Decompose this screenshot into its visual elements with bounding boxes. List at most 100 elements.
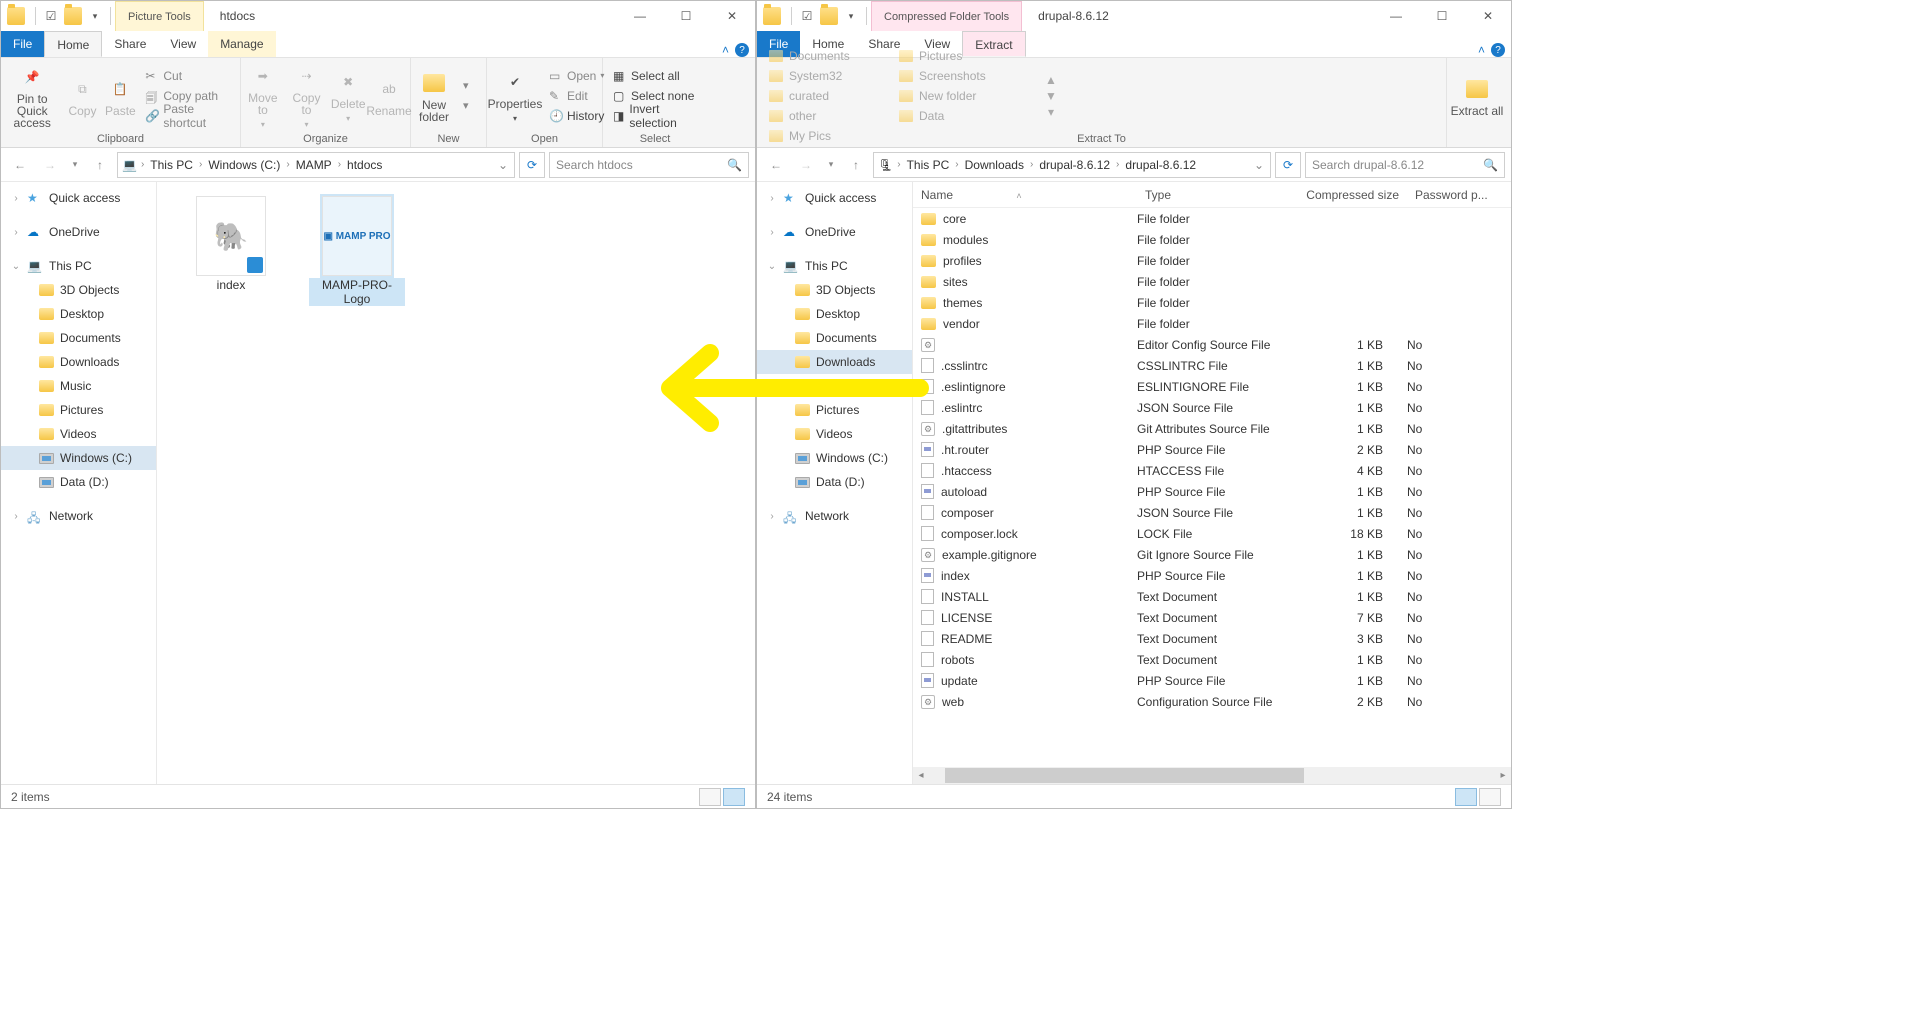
file-item-index[interactable]: 🐘 index	[183, 196, 279, 306]
tab-file[interactable]: File	[1, 31, 44, 57]
recent-locations-button[interactable]: ▾	[823, 152, 839, 178]
file-row[interactable]: coreFile folder	[913, 208, 1511, 229]
column-headers[interactable]: Name ˄ Type Compressed size Password p..…	[913, 182, 1511, 208]
view-details-button[interactable]	[1455, 788, 1477, 806]
back-button[interactable]: ←	[763, 152, 789, 178]
nav-network[interactable]: ›🖧Network	[757, 504, 912, 528]
tab-manage[interactable]: Manage	[208, 31, 275, 57]
nav-item[interactable]: Data (D:)	[757, 470, 912, 494]
nav-item[interactable]: Music	[757, 374, 912, 398]
extract-destination[interactable]: Pictures	[893, 46, 1023, 66]
qat-newfolder-icon[interactable]	[62, 2, 84, 30]
extract-all-button[interactable]: Extract all	[1447, 74, 1507, 117]
move-to-button[interactable]: ➡Move to▾	[241, 61, 285, 131]
tab-view[interactable]: View	[158, 31, 208, 57]
extract-destination[interactable]: New folder	[893, 86, 1023, 106]
column-type[interactable]: Type	[1137, 188, 1297, 202]
extract-destination[interactable]: curated	[763, 86, 893, 106]
new-item-button[interactable]: ▾	[457, 76, 483, 96]
file-row[interactable]: vendorFile folder	[913, 313, 1511, 334]
nav-item[interactable]: Documents	[1, 326, 156, 350]
file-view[interactable]: 🐘 index ▣ MAMP PRO MAMP-PRO-Logo	[157, 182, 755, 784]
file-row[interactable]: modulesFile folder	[913, 229, 1511, 250]
recent-locations-button[interactable]: ▾	[67, 152, 83, 178]
help-icon[interactable]: ?	[1491, 43, 1505, 57]
column-size[interactable]: Compressed size	[1297, 188, 1407, 202]
breadcrumb[interactable]: 🗜› This PC› Downloads› drupal-8.6.12› dr…	[873, 152, 1271, 178]
app-icon[interactable]	[763, 7, 781, 25]
refresh-button[interactable]: ⟳	[519, 152, 545, 178]
file-row[interactable]: profilesFile folder	[913, 250, 1511, 271]
file-row[interactable]: .gitattributesGit Attributes Source File…	[913, 418, 1511, 439]
extract-destination[interactable]: Screenshots	[893, 66, 1023, 86]
nav-item[interactable]: Desktop	[1, 302, 156, 326]
file-row[interactable]: .ht.routerPHP Source File2 KBNo	[913, 439, 1511, 460]
cut-button[interactable]: ✂Cut	[139, 66, 240, 86]
contextual-tab-picture-tools[interactable]: Picture Tools	[115, 1, 204, 31]
file-row[interactable]: .eslintrcJSON Source File1 KBNo	[913, 397, 1511, 418]
nav-quick-access[interactable]: ›★Quick access	[757, 186, 912, 210]
delete-button[interactable]: ✖Delete▾	[328, 67, 368, 125]
horizontal-scrollbar[interactable]: ◂ ▸	[913, 767, 1511, 784]
open-button[interactable]: ▭Open▾	[543, 66, 610, 86]
nav-item[interactable]: Documents	[757, 326, 912, 350]
close-button[interactable]: ✕	[709, 1, 755, 31]
file-row[interactable]: indexPHP Source File1 KBNo	[913, 565, 1511, 586]
scroll-left-icon[interactable]: ◂	[913, 770, 929, 781]
nav-item[interactable]: Desktop	[757, 302, 912, 326]
minimize-button[interactable]: —	[617, 1, 663, 31]
file-row[interactable]: LICENSEText Document7 KBNo	[913, 607, 1511, 628]
qat-customize-icon[interactable]: ▾	[84, 2, 106, 30]
file-row[interactable]: example.gitignoreGit Ignore Source File1…	[913, 544, 1511, 565]
nav-item[interactable]: Music	[1, 374, 156, 398]
extract-destination[interactable]: other	[763, 106, 893, 126]
file-row[interactable]: .eslintignoreESLINTIGNORE File1 KBNo	[913, 376, 1511, 397]
breadcrumb-dropdown-icon[interactable]: ⌄	[1248, 158, 1270, 172]
nav-item[interactable]: Videos	[1, 422, 156, 446]
maximize-button[interactable]: ☐	[1419, 1, 1465, 31]
nav-item[interactable]: Pictures	[1, 398, 156, 422]
nav-item[interactable]: Pictures	[757, 398, 912, 422]
qat-properties-icon[interactable]: ☑	[796, 2, 818, 30]
column-name[interactable]: Name ˄	[913, 188, 1137, 202]
scroll-right-icon[interactable]: ▸	[1495, 770, 1511, 781]
file-view[interactable]: Name ˄ Type Compressed size Password p..…	[913, 182, 1511, 784]
history-button[interactable]: 🕘History	[543, 106, 610, 126]
nav-quick-access[interactable]: ›★Quick access	[1, 186, 156, 210]
gallery-more-icon[interactable]: ▾	[1048, 105, 1054, 119]
nav-onedrive[interactable]: ›☁OneDrive	[757, 220, 912, 244]
nav-this-pc[interactable]: ⌄💻This PC	[757, 254, 912, 278]
gallery-up-icon[interactable]: ▲	[1045, 73, 1057, 87]
breadcrumb-dropdown-icon[interactable]: ⌄	[492, 158, 514, 172]
minimize-button[interactable]: —	[1373, 1, 1419, 31]
file-row[interactable]: robotsText Document1 KBNo	[913, 649, 1511, 670]
view-icons-button[interactable]	[1479, 788, 1501, 806]
rename-button[interactable]: abRename	[368, 74, 410, 117]
nav-item[interactable]: Downloads	[1, 350, 156, 374]
search-input[interactable]: Search htdocs 🔍	[549, 152, 749, 178]
forward-button[interactable]: →	[793, 152, 819, 178]
refresh-button[interactable]: ⟳	[1275, 152, 1301, 178]
paste-button[interactable]: 📋 Paste	[101, 74, 139, 117]
extract-destination[interactable]: System32	[763, 66, 893, 86]
nav-item[interactable]: 3D Objects	[757, 278, 912, 302]
file-row[interactable]: sitesFile folder	[913, 271, 1511, 292]
file-row[interactable]: composerJSON Source File1 KBNo	[913, 502, 1511, 523]
qat-customize-icon[interactable]: ▾	[840, 2, 862, 30]
nav-this-pc[interactable]: ⌄💻This PC	[1, 254, 156, 278]
up-button[interactable]: ↑	[843, 152, 869, 178]
nav-item[interactable]: Videos	[757, 422, 912, 446]
qat-properties-icon[interactable]: ☑	[40, 2, 62, 30]
view-details-button[interactable]	[699, 788, 721, 806]
app-icon[interactable]	[7, 7, 25, 25]
file-row[interactable]: .csslintrcCSSLINTRC File1 KBNo	[913, 355, 1511, 376]
ribbon-collapse-icon[interactable]: ˄	[1478, 43, 1485, 57]
file-row[interactable]: themesFile folder	[913, 292, 1511, 313]
edit-button[interactable]: ✎Edit	[543, 86, 610, 106]
nav-item[interactable]: Windows (C:)	[1, 446, 156, 470]
qat-newfolder-icon[interactable]	[818, 2, 840, 30]
file-row[interactable]: Editor Config Source File1 KBNo	[913, 334, 1511, 355]
maximize-button[interactable]: ☐	[663, 1, 709, 31]
extract-destination[interactable]: Documents	[763, 46, 893, 66]
nav-onedrive[interactable]: ›☁OneDrive	[1, 220, 156, 244]
